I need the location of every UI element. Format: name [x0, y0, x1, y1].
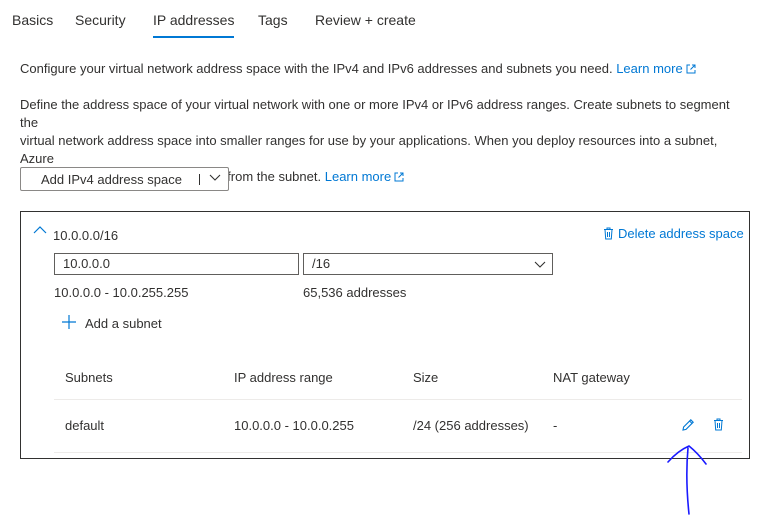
trash-icon: [604, 227, 613, 240]
add-ipv4-label: Add IPv4 address space: [41, 172, 182, 187]
tab-bar: Basics Security IP addresses Tags Review…: [0, 0, 767, 44]
tab-basics[interactable]: Basics: [12, 12, 53, 28]
tab-security[interactable]: Security: [75, 12, 126, 28]
chevron-down-icon: [534, 261, 546, 268]
column-header-size: Size: [413, 370, 439, 385]
intro-learn-more-link[interactable]: Learn more: [616, 61, 696, 76]
trash-icon[interactable]: [713, 418, 724, 431]
subnet-name-link[interactable]: default: [65, 418, 104, 433]
intro-learn-more-label: Learn more: [616, 61, 683, 76]
prefix-select-value: /16: [312, 256, 331, 271]
subnet-size: /24 (256 addresses): [413, 418, 529, 433]
description-learn-more-link[interactable]: Learn more: [325, 169, 404, 184]
prefix-select[interactable]: /16: [303, 253, 553, 275]
subnet-ip-range: 10.0.0.0 - 10.0.0.255: [234, 418, 354, 433]
tab-review-create[interactable]: Review + create: [315, 12, 416, 28]
add-subnet-label: Add a subnet: [85, 316, 162, 331]
address-space-card: 10.0.0.0/16 Delete address space 10.0.0.…: [20, 211, 750, 459]
chevron-down-icon[interactable]: [209, 174, 221, 182]
tab-ip-addresses[interactable]: IP addresses: [153, 12, 235, 38]
plus-icon: [62, 315, 76, 329]
external-link-icon: [394, 172, 404, 182]
ip-addresses-page: Basics Security IP addresses Tags Review…: [0, 0, 767, 516]
address-range-text: 10.0.0.0 - 10.0.255.255: [54, 285, 189, 300]
tab-tags[interactable]: Tags: [258, 12, 288, 28]
column-header-subnets: Subnets: [65, 370, 113, 385]
description-learn-more-label: Learn more: [324, 169, 392, 184]
description-line-1: Define the address space of your virtual…: [20, 97, 730, 130]
column-header-ip-range: IP address range: [234, 370, 333, 385]
delete-address-space-button[interactable]: Delete address space: [603, 226, 744, 241]
intro-text: Configure your virtual network address s…: [20, 60, 750, 78]
table-row-divider: [54, 452, 742, 453]
delete-address-space-label: Delete address space: [618, 226, 744, 241]
address-space-title: 10.0.0.0/16: [53, 228, 119, 243]
table-header-divider: [54, 399, 742, 400]
ip-address-input[interactable]: 10.0.0.0: [54, 253, 299, 275]
external-link-icon: [686, 64, 696, 74]
address-count-text: 65,536 addresses: [303, 285, 407, 300]
description-line-2: virtual network address space into small…: [20, 133, 718, 166]
button-separator: [199, 174, 200, 185]
column-header-nat-gateway: NAT gateway: [553, 370, 630, 385]
annotation-arrow-icon: [667, 445, 707, 515]
add-subnet-button[interactable]: Add a subnet: [61, 314, 162, 331]
add-ipv4-address-space-button[interactable]: Add IPv4 address space: [20, 167, 229, 191]
edit-pencil-icon[interactable]: [681, 418, 695, 432]
chevron-up-icon[interactable]: [33, 225, 47, 234]
intro-text-body: Configure your virtual network address s…: [20, 61, 613, 76]
subnet-nat-gateway: -: [553, 418, 558, 433]
